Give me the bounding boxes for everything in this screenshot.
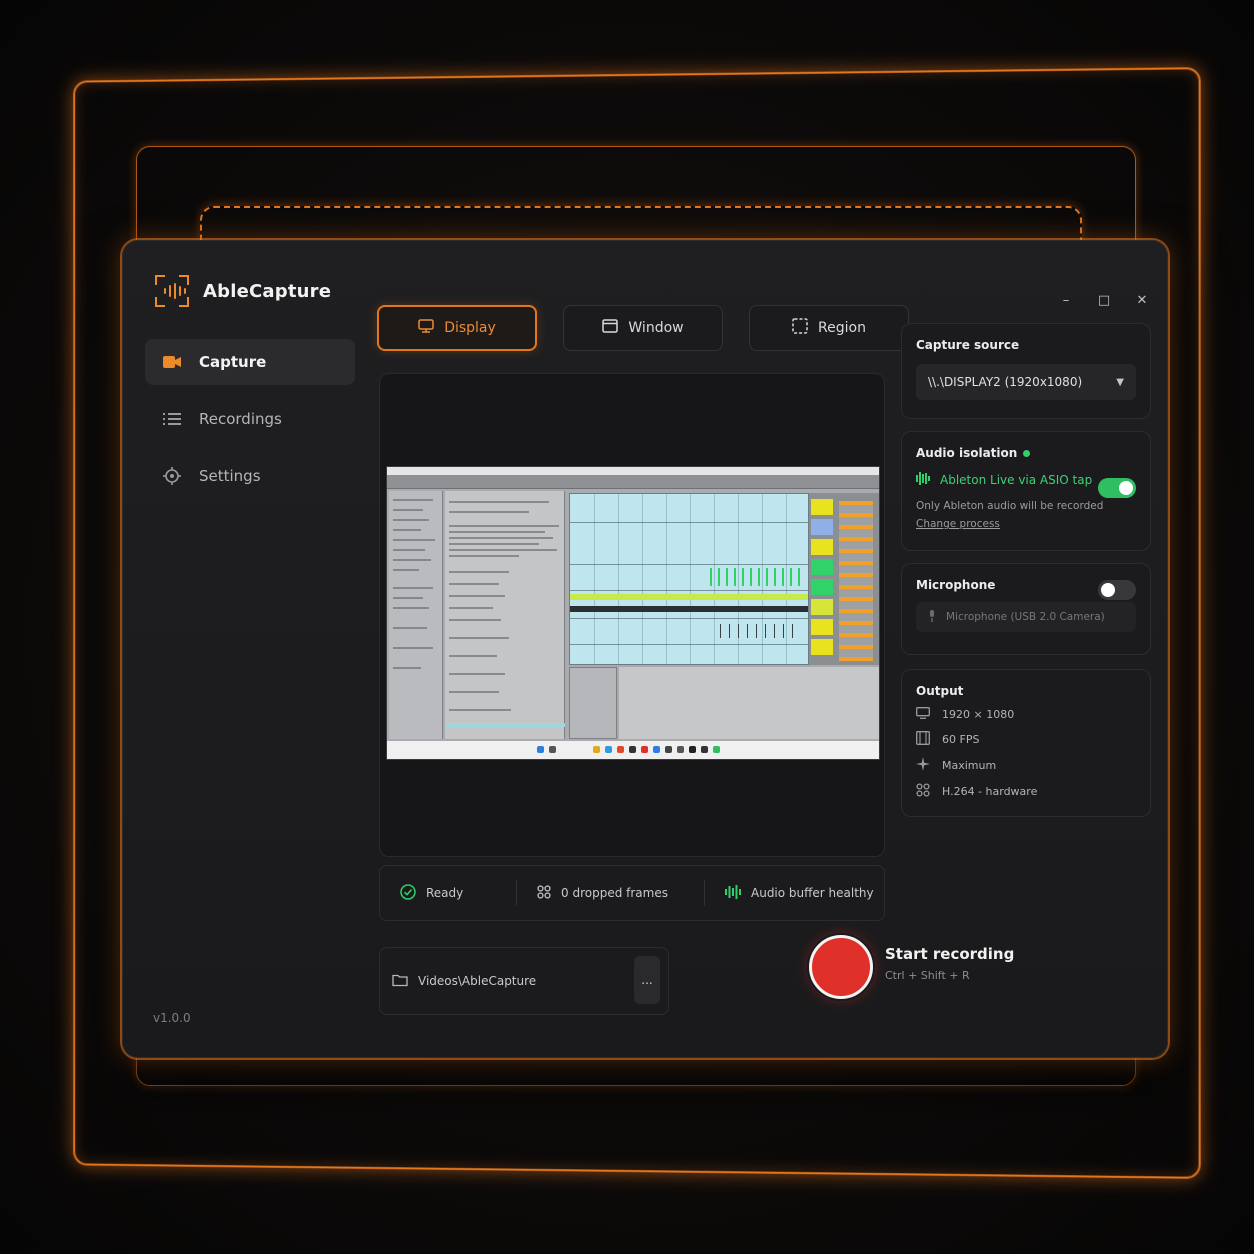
output-title: Output xyxy=(916,684,964,698)
audio-wave-icon xyxy=(916,472,930,488)
close-icon[interactable]: ✕ xyxy=(1135,293,1149,308)
tab-label: Region xyxy=(818,320,866,336)
change-process-link[interactable]: Change process xyxy=(916,518,1136,530)
audio-isolation-note: Only Ableton audio will be recorded xyxy=(916,500,1104,512)
audio-wave-icon xyxy=(725,884,741,902)
audio-isolation-title: Audio isolation xyxy=(916,446,1136,460)
screen-thumbnail xyxy=(386,466,880,760)
microphone-panel: Microphone Microphone (USB 2.0 Camera) xyxy=(901,563,1151,655)
brand: AbleCapture xyxy=(155,275,331,307)
folder-icon xyxy=(392,973,408,990)
capture-source-select[interactable]: \\.\DISPLAY2 (1920x1080) ▼ xyxy=(916,364,1136,400)
monitor-icon xyxy=(418,319,434,337)
maximize-icon[interactable]: □ xyxy=(1097,293,1111,308)
output-resolution: 1920 × 1080 xyxy=(916,707,1136,722)
codec-icon xyxy=(916,783,930,800)
audio-isolation-toggle[interactable] xyxy=(1098,478,1136,498)
record-label: Start recording xyxy=(885,945,1015,963)
record-shortcut: Ctrl + Shift + R xyxy=(885,969,970,982)
audio-source-name: Ableton Live via ASIO tap xyxy=(940,473,1093,487)
capture-preview xyxy=(379,373,885,857)
output-panel: Output 1920 × 1080 60 FPS Maximum H.264 … xyxy=(901,669,1151,817)
status-ready-text: Ready xyxy=(426,886,464,900)
output-folder[interactable]: Videos\AbleCapture ... xyxy=(379,947,669,1015)
microphone-icon xyxy=(928,609,936,625)
output-codec: H.264 - hardware xyxy=(916,783,1136,800)
status-audio-buffer: Audio buffer healthy xyxy=(704,880,884,906)
app-name: AbleCapture xyxy=(203,280,332,302)
microphone-toggle[interactable] xyxy=(1098,580,1136,600)
sidebar-item-label: Recordings xyxy=(199,410,282,428)
tab-label: Window xyxy=(628,320,684,336)
status-dropped-frames: 0 dropped frames xyxy=(516,880,700,906)
dropped-frames-text: 0 dropped frames xyxy=(561,886,668,900)
audio-isolation-panel: Audio isolation Ableton Live via ASIO ta… xyxy=(901,431,1151,551)
tab-region[interactable]: Region xyxy=(749,305,909,351)
sparkle-icon xyxy=(916,757,930,774)
app-logo-icon xyxy=(155,275,189,307)
monitor-icon xyxy=(916,707,930,722)
sidebar-item-recordings[interactable]: Recordings xyxy=(145,396,355,442)
record-button[interactable] xyxy=(809,935,873,999)
window-icon xyxy=(602,319,619,337)
chevron-down-icon: ▼ xyxy=(1116,376,1124,388)
output-quality: Maximum xyxy=(916,757,1136,774)
film-icon xyxy=(916,731,930,748)
camera-icon xyxy=(163,353,181,371)
sidebar-item-label: Capture xyxy=(199,353,267,371)
capture-mode-tabs: Display Window Region xyxy=(377,305,909,351)
tab-label: Display xyxy=(444,320,496,336)
output-folder-path: Videos\AbleCapture xyxy=(418,974,537,988)
sidebar-item-label: Settings xyxy=(199,467,261,485)
microphone-device: Microphone (USB 2.0 Camera) xyxy=(946,611,1105,623)
tab-window[interactable]: Window xyxy=(563,305,723,351)
window-controls: – □ ✕ xyxy=(1059,293,1149,308)
version-label: v1.0.0 xyxy=(153,1011,191,1025)
check-circle-icon xyxy=(400,883,416,903)
frames-icon xyxy=(537,884,551,902)
app-window: AbleCapture – □ ✕ Capture Recordings Set… xyxy=(122,240,1168,1058)
settings-icon xyxy=(163,467,181,485)
browse-folder-button[interactable]: ... xyxy=(634,956,660,1004)
list-icon xyxy=(163,410,181,428)
tab-display[interactable]: Display xyxy=(377,305,537,351)
status-dot-icon xyxy=(1023,450,1031,457)
capture-source-panel: Capture source \\.\DISPLAY2 (1920x1080) … xyxy=(901,323,1151,419)
minimize-icon[interactable]: – xyxy=(1059,293,1073,308)
capture-source-title: Capture source xyxy=(916,338,1020,352)
status-bar: Ready 0 dropped frames Audio buffer heal… xyxy=(379,865,885,921)
sidebar-item-settings[interactable]: Settings xyxy=(145,453,355,499)
status-ready: Ready xyxy=(380,866,512,920)
region-icon xyxy=(792,318,808,338)
microphone-select[interactable]: Microphone (USB 2.0 Camera) xyxy=(916,602,1136,632)
sidebar-nav: Capture Recordings Settings xyxy=(145,339,355,510)
audio-buffer-text: Audio buffer healthy xyxy=(751,886,874,900)
output-fps: 60 FPS xyxy=(916,731,1136,748)
capture-source-value: \\.\DISPLAY2 (1920x1080) xyxy=(928,375,1083,389)
sidebar-item-capture[interactable]: Capture xyxy=(145,339,355,385)
